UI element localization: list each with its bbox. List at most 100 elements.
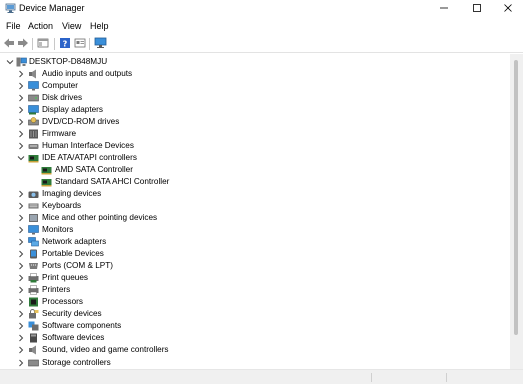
tree-item-processors[interactable]: Processors [0, 296, 510, 308]
tree-item-label: Mice and other pointing devices [42, 213, 158, 222]
tree-child-amd-sata[interactable]: AMD SATA Controller [0, 164, 510, 176]
tree-child-label: AMD SATA Controller [55, 165, 133, 174]
toolbar: ? [0, 35, 523, 53]
vertical-scroll-thumb[interactable] [514, 60, 518, 335]
tree-item-label: Network adapters [42, 237, 107, 246]
close-button[interactable] [492, 0, 523, 18]
menu-help[interactable]: Help [90, 21, 109, 31]
tree-item-label: Disk drives [42, 93, 83, 102]
chevron-right-icon[interactable] [16, 225, 25, 235]
chevron-right-icon[interactable] [16, 261, 25, 271]
tree-item-keyboards[interactable]: Keyboards [0, 200, 510, 212]
camera-icon [28, 189, 39, 199]
chevron-right-icon[interactable] [16, 321, 25, 331]
maximize-button[interactable] [461, 0, 493, 18]
chevron-down-icon[interactable] [16, 153, 25, 163]
tree-item-dvd-drives[interactable]: DVD/CD-ROM drives [0, 116, 510, 128]
properties-button[interactable] [73, 37, 87, 51]
chevron-right-icon[interactable] [16, 345, 25, 355]
minimize-icon [439, 3, 449, 15]
vertical-scrollbar[interactable] [510, 54, 523, 369]
show-hide-pane-button[interactable] [36, 37, 50, 51]
tree-item-software-devices[interactable]: Software devices [0, 332, 510, 344]
toolbar-separator [32, 38, 33, 50]
chevron-right-icon[interactable] [16, 141, 25, 151]
monitor-icon [28, 225, 39, 235]
tree-item-ports[interactable]: Ports (COM & LPT) [0, 260, 510, 272]
tree-item-label: Keyboards [42, 201, 82, 210]
tree-item-label: Portable Devices [42, 249, 104, 258]
forward-button[interactable] [16, 37, 30, 51]
chevron-right-icon[interactable] [16, 297, 25, 307]
speaker-icon [28, 69, 39, 79]
tree-item-label: Software devices [42, 333, 105, 342]
toolbar-separator [89, 38, 90, 50]
tree-item-label: Software components [42, 321, 122, 330]
tree-item-portable-devices[interactable]: Portable Devices [0, 248, 510, 260]
tree-item-label: Firmware [42, 129, 77, 138]
chevron-right-icon[interactable] [16, 309, 25, 319]
tree-item-mice[interactable]: Mice and other pointing devices [0, 212, 510, 224]
chevron-right-icon[interactable] [16, 285, 25, 295]
tree-item-storage-controllers[interactable]: Storage controllers [0, 357, 510, 369]
tree-item-network-adapters[interactable]: Network adapters [0, 236, 510, 248]
forward-arrow-icon [17, 37, 29, 51]
minimize-button[interactable] [428, 0, 460, 18]
tree-item-software-components[interactable]: Software components [0, 320, 510, 332]
chevron-right-icon[interactable] [16, 93, 25, 103]
chevron-right-icon[interactable] [16, 213, 25, 223]
sound-controller-icon [28, 345, 39, 355]
tree-item-disk-drives[interactable]: Disk drives [0, 92, 510, 104]
tree-item-print-queues[interactable]: Print queues [0, 272, 510, 284]
chevron-right-icon[interactable] [16, 117, 25, 127]
tree-item-sound-controllers[interactable]: Sound, video and game controllers [0, 344, 510, 356]
tree-child-standard-ahci[interactable]: Standard SATA AHCI Controller [0, 176, 510, 188]
menu-file[interactable]: File [6, 21, 21, 31]
tree-item-computer[interactable]: Computer [0, 80, 510, 92]
software-component-icon [28, 321, 39, 331]
back-button[interactable] [2, 37, 16, 51]
chevron-right-icon[interactable] [16, 333, 25, 343]
chevron-right-icon[interactable] [16, 189, 25, 199]
scan-hardware-button[interactable] [93, 37, 107, 51]
tree-item-hid[interactable]: Human Interface Devices [0, 140, 510, 152]
storage-controller-icon [28, 358, 39, 368]
tree-item-label: IDE ATA/ATAPI controllers [42, 153, 137, 162]
chevron-down-icon[interactable] [5, 57, 14, 67]
ide-controller-icon [41, 177, 52, 187]
tree-item-firmware[interactable]: Firmware [0, 128, 510, 140]
chevron-right-icon[interactable] [16, 237, 25, 247]
tree-item-imaging-devices[interactable]: Imaging devices [0, 188, 510, 200]
tree-item-display-adapters[interactable]: Display adapters [0, 104, 510, 116]
ide-controller-icon [41, 165, 52, 175]
tree-item-label: Audio inputs and outputs [42, 69, 133, 78]
properties-pane-icon [37, 37, 49, 51]
computer-icon [16, 57, 27, 67]
chevron-right-icon[interactable] [16, 201, 25, 211]
tree-item-audio[interactable]: Audio inputs and outputs [0, 68, 510, 80]
tree-item-ide-controllers[interactable]: IDE ATA/ATAPI controllers [0, 152, 510, 164]
menu-action[interactable]: Action [28, 21, 53, 31]
back-arrow-icon [3, 37, 15, 51]
tree-root[interactable]: DESKTOP-D848MJU [0, 56, 510, 68]
menu-view[interactable]: View [62, 21, 81, 31]
tree-item-printers[interactable]: Printers [0, 284, 510, 296]
security-device-icon [28, 309, 39, 319]
chevron-right-icon[interactable] [16, 249, 25, 259]
chevron-right-icon[interactable] [16, 358, 25, 368]
tree-item-label: Monitors [42, 225, 74, 234]
tree-item-security-devices[interactable]: Security devices [0, 308, 510, 320]
chevron-right-icon[interactable] [16, 81, 25, 91]
chevron-right-icon[interactable] [16, 105, 25, 115]
tree-item-label: DVD/CD-ROM drives [42, 117, 120, 126]
printer-icon [28, 285, 39, 295]
menu-bar: File Action View Help [0, 19, 523, 34]
chevron-right-icon[interactable] [16, 129, 25, 139]
chevron-right-icon[interactable] [16, 273, 25, 283]
device-tree[interactable]: DESKTOP-D848MJU Audio inputs and outputs… [0, 54, 510, 369]
chevron-right-icon[interactable] [16, 69, 25, 79]
tree-item-monitors[interactable]: Monitors [0, 224, 510, 236]
tree-item-label: Security devices [42, 309, 102, 318]
computer-monitor-icon [28, 81, 39, 91]
help-button[interactable]: ? [58, 37, 72, 51]
